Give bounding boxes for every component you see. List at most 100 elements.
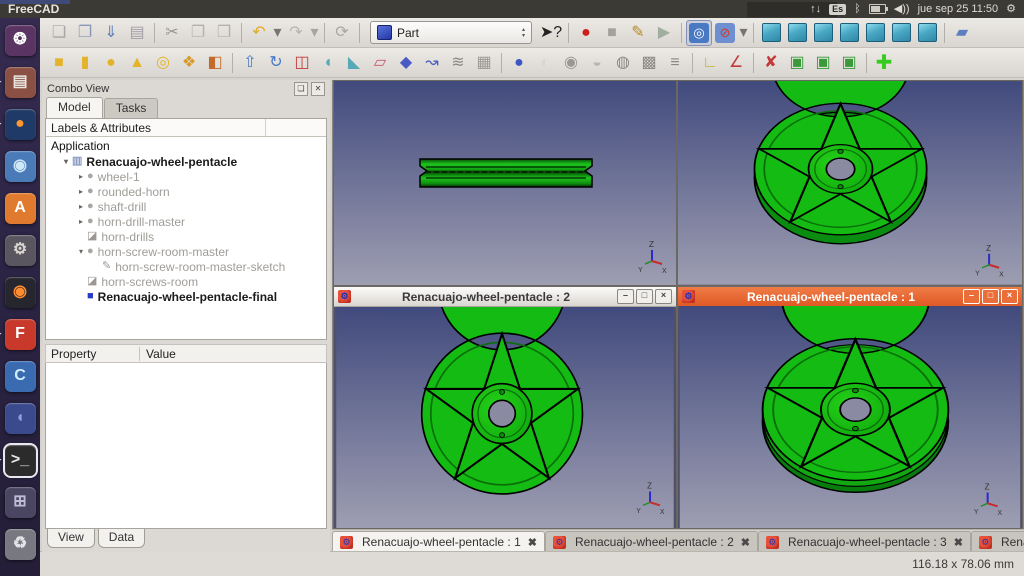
add-primitive-plus-button[interactable]: ✚ bbox=[871, 50, 897, 76]
tab-close-icon[interactable]: ✖ bbox=[954, 536, 963, 549]
launcher-item-software-center[interactable]: A bbox=[1, 188, 39, 228]
part-fillet-button[interactable]: ◖ bbox=[315, 50, 341, 76]
print-button[interactable]: ▤ bbox=[124, 20, 150, 46]
launcher-item-terminal[interactable]: ▸>_ bbox=[1, 440, 39, 480]
expander-icon[interactable]: ▸ bbox=[76, 217, 86, 226]
part-box-button[interactable]: ■ bbox=[46, 50, 72, 76]
mdi-tab-4[interactable]: ⚙Renacuajo bbox=[971, 531, 1024, 552]
part-sweep-button[interactable]: ↝ bbox=[419, 50, 445, 76]
tab-close-icon[interactable]: ✖ bbox=[741, 536, 750, 549]
part-offset-button[interactable]: ◆ bbox=[393, 50, 419, 76]
boolean-cut-button[interactable]: ◐ bbox=[532, 50, 558, 76]
paste-button[interactable]: ❒ bbox=[211, 20, 237, 46]
value-column-label[interactable]: Value bbox=[140, 347, 176, 361]
window-titlebar-2[interactable]: ⚙ Renacuajo-wheel-pentacle : 2 –□× bbox=[334, 287, 676, 307]
network-arrows-icon[interactable]: ↑↓ bbox=[810, 4, 821, 15]
macro-play-button[interactable]: ▶ bbox=[651, 20, 677, 46]
close-button[interactable]: × bbox=[655, 289, 672, 304]
close-button[interactable]: × bbox=[1001, 289, 1018, 304]
mdi-tab-3[interactable]: ⚙Renacuajo-wheel-pentacle : 3✖ bbox=[758, 531, 971, 552]
tab-close-icon[interactable]: ✖ bbox=[528, 536, 537, 549]
boolean-union-button[interactable]: ◉ bbox=[558, 50, 584, 76]
measure-refresh-button[interactable]: ✘ bbox=[758, 50, 784, 76]
part-chamfer-button[interactable]: ◣ bbox=[341, 50, 367, 76]
whats-this-button[interactable]: ➤? bbox=[538, 20, 564, 46]
part-loft-button[interactable]: ≋ bbox=[445, 50, 471, 76]
view-axonometric-button[interactable] bbox=[758, 20, 784, 46]
tree-item-shaft-drill[interactable]: ▸●shaft-drill bbox=[46, 199, 326, 214]
expander-icon[interactable]: ▾ bbox=[76, 247, 86, 256]
boolean-operation-button[interactable]: ● bbox=[506, 50, 532, 76]
measure-toggle-3d-button[interactable]: ▣ bbox=[810, 50, 836, 76]
3d-view-iso-top[interactable] bbox=[678, 81, 1022, 285]
3d-view-iso-bottom[interactable] bbox=[678, 306, 1022, 528]
part-torus-button[interactable]: ◎ bbox=[150, 50, 176, 76]
cut-button[interactable]: ✂ bbox=[159, 20, 185, 46]
refresh-button[interactable]: ⟳ bbox=[329, 20, 355, 46]
workbench-selector[interactable]: Part▴▾ bbox=[370, 21, 532, 44]
minimize-button[interactable]: – bbox=[963, 289, 980, 304]
undo-more-button[interactable]: ▾ bbox=[272, 20, 283, 46]
clock[interactable]: jue sep 25 11:50 bbox=[918, 4, 999, 15]
part-primitives-button[interactable]: ❖ bbox=[176, 50, 202, 76]
launcher-item-blender[interactable]: ◉ bbox=[1, 272, 39, 312]
expander-icon[interactable]: ▸ bbox=[76, 202, 86, 211]
make-compound-button[interactable]: ≡ bbox=[662, 50, 688, 76]
launcher-item-chromium[interactable]: ◉ bbox=[1, 146, 39, 186]
tree-item-application[interactable]: Application bbox=[46, 137, 326, 154]
view-rear-button[interactable] bbox=[862, 20, 888, 46]
launcher-item-files[interactable]: ▸▤ bbox=[1, 62, 39, 102]
mdi-tab-2[interactable]: ⚙Renacuajo-wheel-pentacle : 2✖ bbox=[545, 531, 758, 552]
tree-item-wheel-1[interactable]: ▸●wheel-1 bbox=[46, 169, 326, 184]
tree-item-horn-screw-room-master-sketch[interactable]: ✎horn-screw-room-master-sketch bbox=[46, 259, 326, 274]
part-shape-builder-button[interactable]: ◧ bbox=[202, 50, 228, 76]
launcher-item-firefox[interactable]: ▸● bbox=[1, 104, 39, 144]
open-file-button[interactable]: ❐ bbox=[72, 20, 98, 46]
keyboard-layout-indicator[interactable]: Es bbox=[829, 4, 846, 15]
part-cone-button[interactable]: ▲ bbox=[124, 50, 150, 76]
part-sphere-button[interactable]: ● bbox=[98, 50, 124, 76]
macro-edit-button[interactable]: ✎ bbox=[625, 20, 651, 46]
measure-clear-button[interactable]: ▣ bbox=[784, 50, 810, 76]
view-front-button[interactable] bbox=[784, 20, 810, 46]
part-cylinder-button[interactable]: ▮ bbox=[72, 50, 98, 76]
tree-item-horn-screw-room-master[interactable]: ▾●horn-screw-room-master bbox=[46, 244, 326, 259]
launcher-item-trash[interactable]: ♻ bbox=[1, 524, 39, 564]
view-right-button[interactable] bbox=[836, 20, 862, 46]
launcher-item-cura[interactable]: C bbox=[1, 356, 39, 396]
maximize-button[interactable]: □ bbox=[982, 289, 999, 304]
3d-view-side[interactable] bbox=[334, 81, 676, 285]
minimize-button[interactable]: – bbox=[617, 289, 634, 304]
part-thickness-button[interactable]: ▦ bbox=[471, 50, 497, 76]
view-top-button[interactable] bbox=[810, 20, 836, 46]
macro-record-button[interactable]: ● bbox=[573, 20, 599, 46]
window-titlebar-1[interactable]: ⚙ Renacuajo-wheel-pentacle : 1 –□× bbox=[678, 287, 1022, 306]
tab-view[interactable]: View bbox=[47, 529, 95, 548]
property-column-label[interactable]: Property bbox=[46, 347, 140, 361]
draw-style-button[interactable]: ⊘ bbox=[712, 20, 738, 46]
tab-model[interactable]: Model bbox=[46, 97, 103, 118]
expander-icon[interactable]: ▾ bbox=[61, 157, 71, 166]
save-file-button[interactable]: ⇓ bbox=[98, 20, 124, 46]
fit-all-button[interactable]: ◎ bbox=[686, 20, 712, 46]
macro-stop-button[interactable]: ■ bbox=[599, 20, 625, 46]
part-extrude-button[interactable]: ⇧ bbox=[237, 50, 263, 76]
app-menu-title[interactable]: FreeCAD bbox=[8, 2, 59, 16]
measure-linear-button[interactable]: ∟ bbox=[697, 50, 723, 76]
launcher-item-dash-home[interactable]: ❂ bbox=[1, 20, 39, 60]
dock-close-button[interactable]: ✕ bbox=[311, 82, 325, 96]
part-mirror-button[interactable]: ◫ bbox=[289, 50, 315, 76]
session-gear-icon[interactable]: ⚙ bbox=[1006, 4, 1016, 15]
measure-angular-button[interactable]: ∠ bbox=[723, 50, 749, 76]
tree-item-horn-drills[interactable]: ◪horn-drills bbox=[46, 229, 326, 244]
defeaturing-button[interactable]: ▩ bbox=[636, 50, 662, 76]
part-ruled-surface-button[interactable]: ▱ bbox=[367, 50, 393, 76]
battery-icon[interactable] bbox=[869, 4, 886, 14]
tree-item-horn-screws-room[interactable]: ◪horn-screws-room bbox=[46, 274, 326, 289]
expander-icon[interactable]: ▸ bbox=[76, 172, 86, 181]
part-revolve-button[interactable]: ↻ bbox=[263, 50, 289, 76]
launcher-item-meshlab[interactable]: ◖ bbox=[1, 398, 39, 438]
view-bottom-button[interactable] bbox=[888, 20, 914, 46]
launcher-item-workspace-switcher[interactable]: ⊞ bbox=[1, 482, 39, 522]
dock-float-button[interactable]: ❏ bbox=[294, 82, 308, 96]
